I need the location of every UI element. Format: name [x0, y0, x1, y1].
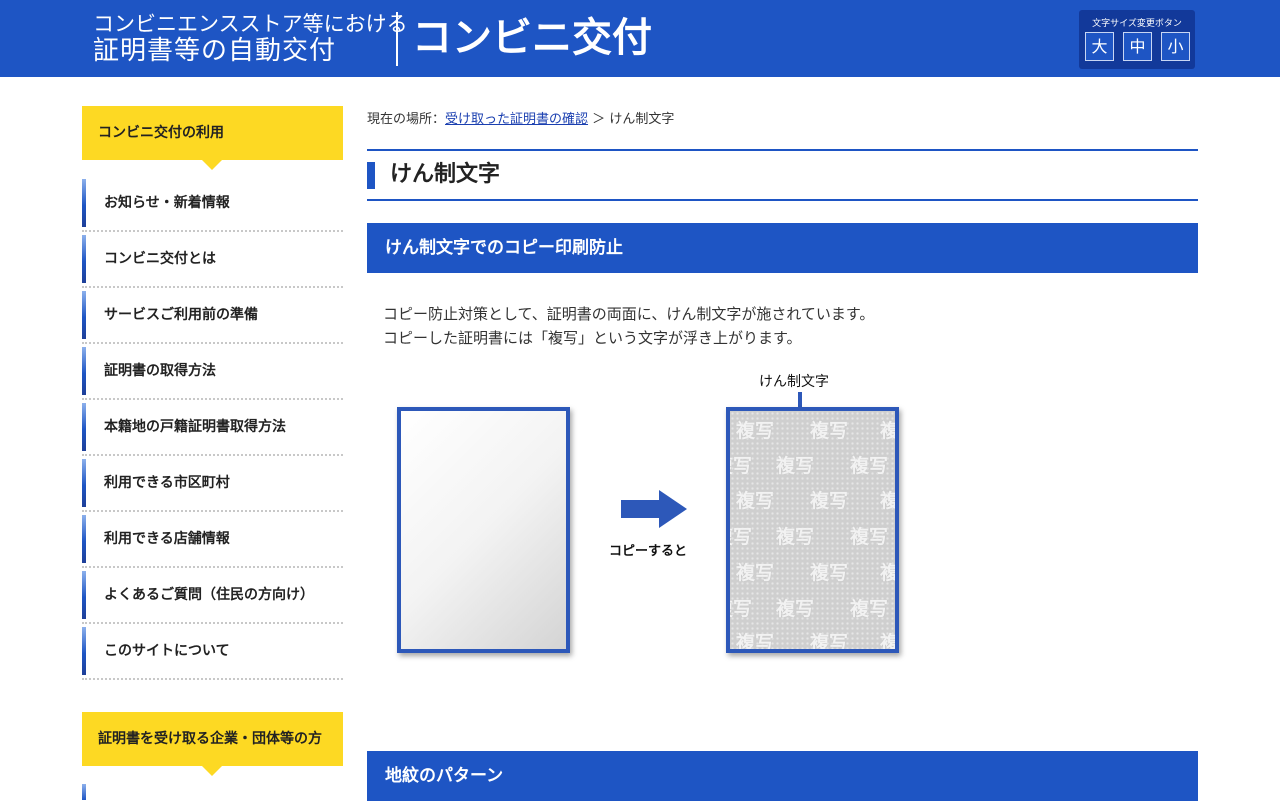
sidebar-item-label: このサイトについて — [104, 643, 230, 659]
kensei-moji-label: けん制文字 — [759, 374, 829, 390]
sidebar-item-label: 利用できる店舗情報 — [104, 531, 230, 547]
watermark-text: 複写 — [810, 632, 849, 653]
description-line-2: コピーした証明書には「複写」という文字が浮き上がります。 — [383, 329, 802, 347]
watermark-text: 複写 — [880, 490, 899, 512]
sidebar-item-label: サービスご利用前の準備 — [104, 307, 258, 323]
nav-marker — [82, 459, 86, 507]
copied-certificate-image: 複写 複写 複写 複写 複写 複写 複写 複写 複写 複写 複写 複写 複写 複… — [726, 407, 899, 653]
font-size-label: 文字サイズ変更ボタン — [1092, 19, 1182, 29]
sidebar-item-label: コンビニ交付とは — [104, 251, 216, 267]
watermark-text: 複写 — [736, 490, 775, 512]
watermark-text: 複写 — [776, 598, 815, 620]
header-divider — [396, 12, 398, 66]
nav-marker — [82, 403, 86, 451]
section-heading-background-pattern: 地紋のパターン — [367, 751, 1198, 801]
watermark-text: 複写 — [776, 526, 815, 548]
breadcrumb: 現在の場所：受け取った証明書の確認 ＞ けん制文字 — [367, 108, 674, 127]
sidebar-item-news[interactable]: お知らせ・新着情報 — [82, 176, 343, 232]
watermark-text: 複写 — [880, 420, 899, 442]
watermark-text: 複写 — [810, 562, 849, 584]
watermark-text: 複写 — [730, 598, 753, 620]
watermark-text: 複写 — [850, 526, 889, 548]
description-line-1: コピー防止対策として、証明書の両面に、けん制文字が施されています。 — [383, 305, 875, 323]
watermark-text: 複写 — [810, 420, 849, 442]
watermark-text: 複写 — [736, 420, 775, 442]
breadcrumb-current: けん制文字 — [609, 112, 675, 127]
nav-marker — [82, 627, 86, 675]
nav-marker — [82, 291, 86, 339]
arrow-caption: コピーすると — [609, 544, 688, 559]
watermark-text: 複写 — [736, 632, 775, 653]
original-certificate-image — [397, 407, 570, 653]
sidebar-item-about-site[interactable]: このサイトについて — [82, 624, 343, 680]
sidebar-item-label: お知らせ・新着情報 — [104, 195, 230, 211]
nav-marker — [82, 235, 86, 283]
watermark-text: 複写 — [880, 632, 899, 653]
watermark-text: 複写 — [730, 526, 753, 548]
page-title-bar: けん制文字 — [367, 149, 1198, 201]
site-subtitle-line2: 証明書等の自動交付 — [93, 36, 337, 66]
sidebar-item-label: 証明書の取得方法 — [104, 363, 216, 379]
sidebar-item-municipalities[interactable]: 利用できる市区町村 — [82, 456, 343, 512]
right-arrow-icon — [621, 490, 687, 528]
sidebar-item-label: よくあるご質問（住民の方向け） — [104, 587, 314, 603]
sidebar-item-family-register[interactable]: 本籍地の戸籍証明書取得方法 — [82, 400, 343, 456]
watermark-text: 複写 — [850, 598, 889, 620]
font-size-small-button[interactable]: 小 — [1161, 32, 1190, 61]
sidebar-item-how-to-obtain[interactable]: 証明書の取得方法 — [82, 344, 343, 400]
nav-marker — [82, 179, 86, 227]
sidebar-item-label: 利用できる市区町村 — [104, 475, 230, 491]
font-size-large-button[interactable]: 大 — [1085, 32, 1114, 61]
sidebar-item-stores[interactable]: 利用できる店舗情報 — [82, 512, 343, 568]
sidebar-item-label: 本籍地の戸籍証明書取得方法 — [104, 419, 286, 435]
watermark-text: 複写 — [776, 455, 815, 477]
nav-marker — [82, 347, 86, 395]
breadcrumb-link-certificate-check[interactable]: 受け取った証明書の確認 — [445, 112, 588, 127]
sidebar-heading-organizations: 証明書を受け取る企業・団体等の方 — [82, 712, 343, 776]
title-marker — [367, 162, 375, 189]
site-title-link[interactable]: コンビニ交付 — [412, 12, 652, 64]
nav-marker — [82, 784, 86, 800]
sidebar-item-about-service[interactable]: コンビニ交付とは — [82, 232, 343, 288]
watermark-text: 複写 — [736, 562, 775, 584]
site-subtitle-line1: コンビニエンスストア等における — [93, 12, 408, 36]
watermark-text: 複写 — [810, 490, 849, 512]
sidebar-nav: お知らせ・新着情報 コンビニ交付とは サービスご利用前の準備 証明書の取得方法 … — [82, 176, 343, 680]
watermark-text: 複写 — [850, 455, 889, 477]
breadcrumb-prefix: 現在の場所： — [367, 112, 446, 127]
sidebar-item-preparation[interactable]: サービスご利用前の準備 — [82, 288, 343, 344]
page-title: けん制文字 — [390, 162, 501, 187]
nav-marker — [82, 571, 86, 619]
nav-marker — [82, 515, 86, 563]
sidebar-heading-usage: コンビニ交付の利用 — [82, 106, 343, 170]
font-size-medium-button[interactable]: 中 — [1123, 32, 1152, 61]
sidebar-item-faq[interactable]: よくあるご質問（住民の方向け） — [82, 568, 343, 624]
watermark-text: 複写 — [730, 455, 753, 477]
section-heading-copy-prevention: けん制文字でのコピー印刷防止 — [367, 223, 1198, 273]
site-header: コンビニエンスストア等における 証明書等の自動交付 コンビニ交付 文字サイズ変更… — [0, 0, 1280, 77]
font-size-switcher: 文字サイズ変更ボタン 大 中 小 — [1079, 10, 1195, 69]
breadcrumb-separator: ＞ — [592, 112, 606, 127]
watermark-text: 複写 — [880, 562, 899, 584]
